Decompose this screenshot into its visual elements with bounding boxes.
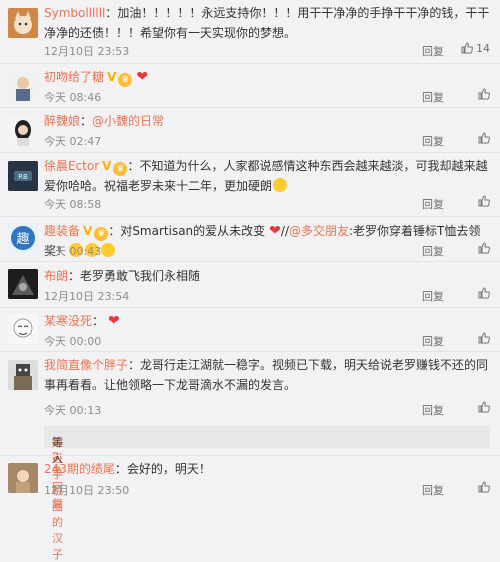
comment-text: ：老罗勇敢飞我们永相随 — [68, 269, 201, 283]
thumbs-up-icon — [478, 332, 490, 344]
reply-button[interactable]: 回复 — [422, 243, 444, 259]
like-button[interactable] — [478, 287, 490, 300]
avatar[interactable]: 趣 — [8, 223, 38, 253]
heart-icon: ❤ — [108, 313, 120, 329]
comment-item: 趣 趣装备 V ♛ ：对Smartisan的爱从未改变 ❤//@多交朋友:老罗你穿着锤标… — [0, 217, 500, 260]
thumbs-up-icon — [478, 481, 490, 493]
verified-icon: V — [102, 159, 112, 173]
avatar[interactable] — [8, 269, 38, 299]
thumbs-up-icon — [478, 195, 490, 207]
svg-text:RB: RB — [18, 173, 28, 181]
comment-item: Symbollllll：加油！！！！！永远支持你！！！用干干净净的手挣干干净的钱… — [0, 0, 500, 63]
commenter-name[interactable]: 初吻给了糖 V ♛ ❤ — [44, 68, 148, 87]
comment-body: 醉魏娘：@小魏的日常 — [44, 114, 165, 128]
reply-button[interactable]: 回复 — [422, 288, 444, 304]
heart-icon: ❤ — [269, 223, 281, 239]
commenter-name[interactable]: 布朗 — [44, 269, 68, 283]
comment-time: 12月10日 23:54 — [44, 290, 130, 303]
commenter-name[interactable]: 243期的绩尾：会好的，明天！ — [44, 460, 211, 477]
reply-button[interactable]: 回复 — [422, 482, 444, 498]
reply-button[interactable]: 回复 — [422, 333, 444, 349]
comment-time: 今天 02:47 — [44, 135, 102, 148]
like-button[interactable] — [478, 401, 490, 414]
thumbs-up-icon — [478, 88, 490, 100]
thumbs-up-icon — [478, 242, 490, 254]
reply-button[interactable]: 回复 — [422, 402, 444, 418]
mention-link[interactable]: @多交朋友 — [289, 224, 349, 238]
commenter-name[interactable]: 趣装备 — [44, 224, 80, 238]
avatar[interactable] — [8, 8, 38, 38]
like-button[interactable] — [478, 132, 490, 145]
svg-text:趣: 趣 — [16, 232, 29, 247]
comment-time: 12月10日 23:53 — [44, 45, 130, 58]
comment-body: 徐晨Ector V ♛ ：不知道为什么，人家都说感情这种东西会越来越淡，可我却越来越爱… — [44, 156, 490, 196]
level-badge-icon: ♛ — [94, 227, 109, 241]
reply-button[interactable]: 回复 — [422, 133, 444, 149]
heart-icon: ❤ — [136, 69, 149, 85]
like-button[interactable] — [478, 88, 490, 101]
comment-item: 布朗：老罗勇敢飞我们永相随 12月10日 23:54 回复 — [0, 262, 500, 306]
verified-icon: V — [83, 224, 93, 238]
comment-item: RB 徐晨Ector V ♛ ：不知道为什么，人家都说感情这种东西会越来越淡，可我却越… — [0, 153, 500, 215]
commenter-name[interactable]: 某寒没死： ❤ — [44, 312, 120, 329]
commenter-name[interactable]: 醉魏娘 — [44, 114, 80, 128]
level-badge-icon: ♛ — [118, 73, 133, 87]
commenter-name[interactable]: 我简直像个胖子 — [44, 358, 128, 372]
comment-time: 今天 00:00 — [44, 335, 102, 348]
mention-link[interactable]: @小魏的日常 — [92, 114, 164, 128]
thumbs-up-icon — [461, 42, 473, 54]
comment-item: 243期的绩尾：会好的，明天！ 12月10日 23:50 回复 — [0, 456, 500, 501]
comment-time: 今天 08:58 — [44, 198, 102, 211]
avatar[interactable]: RB — [8, 161, 38, 191]
avatar[interactable] — [8, 463, 38, 493]
comment-time: 12月10日 23:50 — [44, 484, 130, 497]
comment-text: ：加油！！！！！永远支持你！！！用干干净净的手挣干干净的钱，干干净净的还债！！！… — [44, 6, 490, 40]
avatar[interactable] — [8, 71, 38, 101]
comment-time: 今天 00:43 — [44, 245, 102, 258]
commenter-name[interactable]: Symbollllll — [44, 6, 105, 20]
comment-body: 布朗：老罗勇敢飞我们永相随 — [44, 266, 490, 286]
verified-icon: V — [107, 70, 117, 84]
comment-list: Symbollllll：加油！！！！！永远支持你！！！用干干净净的手挣干干净的钱… — [0, 0, 500, 561]
like-button[interactable] — [478, 481, 490, 494]
reply-button[interactable]: 回复 — [422, 43, 444, 59]
like-button[interactable] — [478, 242, 490, 255]
comment-time: 今天 08:46 — [44, 91, 102, 104]
avatar[interactable] — [8, 116, 38, 146]
like-button[interactable]: 14 — [461, 42, 490, 55]
comment-item: 某寒没死： ❤ 今天 00:00 回复 — [0, 308, 500, 350]
thumbs-up-icon — [478, 287, 490, 299]
like-button[interactable] — [478, 195, 490, 208]
comment-body: Symbollllll：加油！！！！！永远支持你！！！用干干净净的手挣干干净的钱… — [44, 3, 490, 43]
comment-body: 我简直像个胖子：龙哥行走江湖就一稳字。视频已下载，明天给说老罗赚钱不还的同事再看… — [44, 355, 490, 395]
thumbs-up-icon — [478, 401, 490, 413]
comment-time: 今天 00:13 — [44, 404, 102, 417]
emoji-icon — [101, 243, 116, 257]
like-count: 14 — [476, 42, 490, 55]
reply-button[interactable]: 回复 — [422, 196, 444, 212]
commenter-name[interactable]: 徐晨Ector — [44, 159, 99, 173]
sub-replies-summary[interactable]: 走进手机圈的汉子 等人 共2条回复 — [44, 426, 490, 561]
emoji-icon — [273, 178, 288, 192]
level-badge-icon: ♛ — [113, 162, 128, 176]
like-button[interactable] — [478, 332, 490, 345]
thumbs-up-icon — [478, 132, 490, 144]
avatar[interactable] — [8, 360, 38, 390]
avatar[interactable] — [8, 314, 38, 344]
reply-button[interactable]: 回复 — [422, 89, 444, 105]
